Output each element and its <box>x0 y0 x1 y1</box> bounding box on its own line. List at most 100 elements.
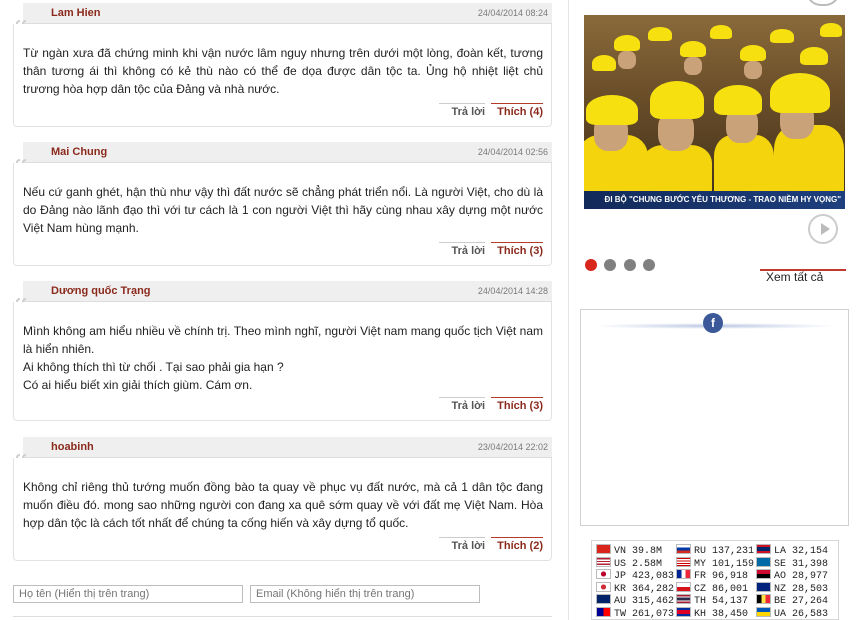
reply-button[interactable]: Trả lời <box>439 397 485 412</box>
flag-row: KR 364,282 CZ 86,001 NZ 28,503 <box>592 581 838 595</box>
crowd-figure <box>684 57 702 75</box>
comment-author: hoabinh <box>51 441 94 453</box>
crowd-figure <box>614 35 640 51</box>
comment-author: Mai Chung <box>51 146 108 158</box>
crowd-figure <box>648 27 672 41</box>
slider-dot[interactable] <box>604 259 616 271</box>
comment-text: Nếu cứ ganh ghét, hận thù như vậy thì đấ… <box>23 185 543 235</box>
flag-row: US 2.58M MY 101,159 SE 31,398 <box>592 556 838 570</box>
country-code: US <box>614 558 633 570</box>
flag-fr-icon <box>676 569 691 579</box>
column-divider <box>568 0 569 620</box>
scroll-up-control[interactable] <box>806 0 840 6</box>
comment-item: hoabinh 23/04/2014 22:02 Không chỉ riêng… <box>13 437 552 561</box>
email-input[interactable] <box>250 585 480 603</box>
slider-dot[interactable] <box>643 259 655 271</box>
country-code: KR <box>614 583 633 595</box>
facebook-widget: f <box>580 309 849 526</box>
like-count: (3) <box>529 400 543 412</box>
crowd-figure <box>714 85 762 115</box>
see-all-link[interactable]: Xem tất cả <box>766 270 823 284</box>
flag-kr-icon <box>596 581 611 592</box>
flag-entry: KH 38,450 <box>676 606 749 620</box>
flag-kh-icon <box>676 606 691 617</box>
comment-item: Mai Chung 24/04/2014 02:56 Nếu cứ ganh g… <box>13 142 552 266</box>
comment-author: Dương quốc Trạng <box>51 285 151 297</box>
like-count: (2) <box>529 540 543 552</box>
visitor-flag-counter: VN 39.8M RU 137,231 LA 32,154 US 2.58M MY 10… <box>591 540 839 620</box>
visitor-count: 32,154 <box>792 546 829 557</box>
reply-button[interactable]: Trả lời <box>439 537 485 552</box>
like-button[interactable]: Thích (2) <box>491 537 543 552</box>
country-code: FR <box>694 571 713 582</box>
crowd-figure <box>680 41 706 57</box>
flag-row: VN 39.8M RU 137,231 LA 32,154 <box>592 544 838 557</box>
reply-button[interactable]: Trả lời <box>439 103 485 118</box>
crowd-figure <box>592 55 616 71</box>
country-code: LA <box>774 546 793 557</box>
flag-entry: UA 26,583 <box>756 606 828 619</box>
visitor-count: 38,450 <box>712 608 749 620</box>
facebook-icon[interactable]: f <box>703 313 723 333</box>
comment-item: Dương quốc Trạng 24/04/2014 14:28 Mình k… <box>13 281 552 421</box>
country-code: MY <box>694 558 713 570</box>
country-code: AO <box>774 571 793 582</box>
like-button[interactable]: Thích (4) <box>491 103 543 118</box>
country-code: JP <box>614 571 633 582</box>
country-code: TH <box>694 596 713 607</box>
flag-cz-icon <box>676 581 691 592</box>
flag-la-icon <box>756 544 771 554</box>
comment-header: Lam Hien 24/04/2014 08:24 <box>23 3 552 24</box>
flag-ao-icon <box>756 569 771 579</box>
comment-item: Lam Hien 24/04/2014 08:24 Từ ngàn xưa đã… <box>13 3 552 127</box>
like-label: Thích <box>497 245 527 257</box>
video-thumbnail[interactable]: ĐI BỘ "CHUNG BƯỚC YÊU THƯƠNG - TRAO NIỀM… <box>584 15 845 209</box>
slider-dot[interactable] <box>585 259 597 271</box>
visitor-count: 31,398 <box>792 558 829 570</box>
flag-tw-icon <box>596 606 611 617</box>
visitor-count: 27,264 <box>792 596 829 607</box>
visitor-count: 86,001 <box>712 583 749 595</box>
flag-my-icon <box>676 556 691 567</box>
comment-date: 24/04/2014 08:24 <box>477 8 548 18</box>
crowd-figure <box>650 81 704 119</box>
like-button[interactable]: Thích (3) <box>491 397 543 412</box>
slider-dot[interactable] <box>624 259 636 271</box>
country-code: BE <box>774 596 793 607</box>
country-code: RU <box>694 546 713 557</box>
country-code: CZ <box>694 583 713 595</box>
crowd-figure <box>618 51 636 69</box>
comment-body: Mình không am hiểu nhiều về chính trị. T… <box>13 302 552 421</box>
crowd-figure <box>800 47 828 65</box>
visitor-count: 137,231 <box>712 546 755 557</box>
flag-row: JP 423,083 FR 96,918 AO 28,977 <box>592 569 838 582</box>
comment-author: Lam Hien <box>51 7 101 19</box>
flag-row: AU 315,462 TH 54,137 BE 27,264 <box>592 594 838 607</box>
comment-date: 24/04/2014 02:56 <box>477 147 548 157</box>
country-code: VN <box>614 546 633 557</box>
reply-button[interactable]: Trả lời <box>439 242 485 257</box>
country-code: SE <box>774 558 793 570</box>
comment-header: hoabinh 23/04/2014 22:02 <box>23 437 552 458</box>
visitor-count: 28,503 <box>792 583 829 595</box>
crowd-figure <box>820 23 842 37</box>
like-button[interactable]: Thích (3) <box>491 242 543 257</box>
comment-header: Mai Chung 24/04/2014 02:56 <box>23 142 552 163</box>
flag-ru-icon <box>676 544 691 554</box>
visitor-count: 96,918 <box>712 571 749 582</box>
crowd-figure <box>744 61 762 79</box>
play-icon[interactable] <box>808 214 838 244</box>
like-count: (4) <box>529 106 543 118</box>
flag-vn-icon <box>596 544 611 554</box>
name-input[interactable] <box>13 585 243 603</box>
visitor-count: 2.58M <box>632 558 663 570</box>
visitor-count: 261,073 <box>632 608 675 620</box>
visitor-count: 101,159 <box>712 558 755 570</box>
crowd-figure <box>586 95 638 125</box>
crowd-figure <box>740 45 766 61</box>
visitor-count: 423,083 <box>632 571 675 582</box>
visitor-count: 315,462 <box>632 596 675 607</box>
country-code: TW <box>614 608 633 620</box>
country-code: AU <box>614 596 633 607</box>
flag-ua-icon <box>756 606 771 617</box>
